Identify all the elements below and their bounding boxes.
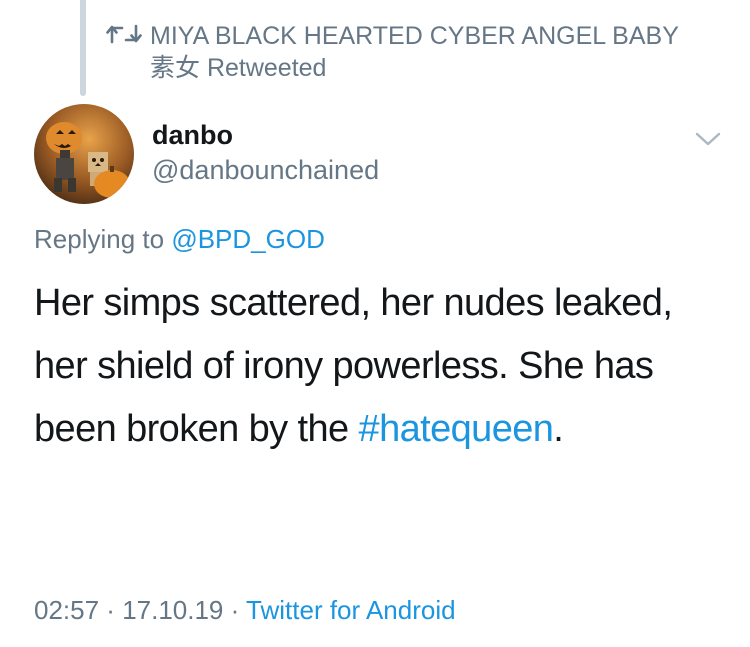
tweet-text-end: .	[553, 408, 564, 450]
tweet-meta: 02:57 · 17.10.19 · Twitter for Android	[34, 592, 456, 628]
author-handle[interactable]: @danbounchained	[152, 152, 379, 188]
tweet-text: Her simps scattered, her nudes leaked, h…	[34, 282, 673, 450]
author-display-name[interactable]: danbo	[152, 118, 379, 152]
retweeted-by-label[interactable]: MIYA BLACK HEARTED CYBER ANGEL BABY 素女 R…	[150, 20, 710, 84]
retweet-context[interactable]: MIYA BLACK HEARTED CYBER ANGEL BABY 素女 R…	[106, 20, 710, 84]
retweet-icon	[106, 24, 142, 44]
hashtag-link[interactable]: #hatequeen	[359, 408, 554, 450]
avatar-image	[34, 104, 134, 204]
tweet-source-link[interactable]: Twitter for Android	[246, 595, 456, 625]
thread-connector-line	[80, 0, 86, 96]
avatar[interactable]	[34, 104, 134, 204]
tweet-date: 17.10.19	[122, 595, 224, 625]
tweet-time: 02:57	[34, 595, 100, 625]
tweet-author[interactable]: danbo @danbounchained	[152, 118, 379, 188]
replying-to: Replying to @BPD_GOD	[34, 222, 325, 256]
reply-target-link[interactable]: @BPD_GOD	[171, 224, 325, 254]
meta-separator: ·	[99, 595, 123, 625]
meta-separator: ·	[223, 595, 247, 625]
tweet-body: Her simps scattered, her nudes leaked, h…	[34, 272, 724, 461]
replying-to-label: Replying to	[34, 224, 165, 254]
chevron-down-icon[interactable]	[694, 130, 722, 148]
